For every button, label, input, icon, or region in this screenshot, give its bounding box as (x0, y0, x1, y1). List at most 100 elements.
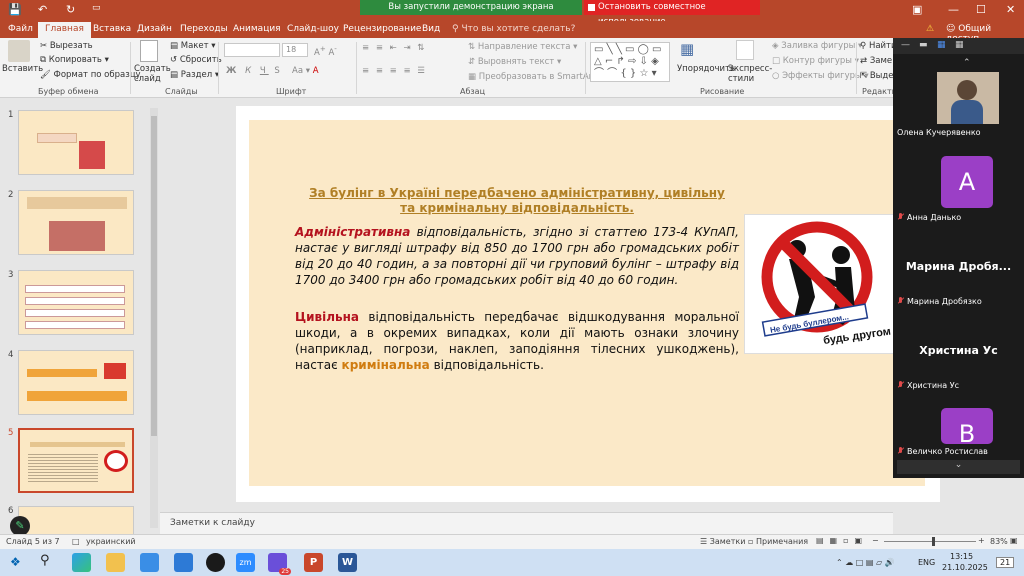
present-icon[interactable]: ▭ (92, 3, 101, 13)
fit-window-icon[interactable]: ▣ (1010, 536, 1018, 545)
tab-slideshow[interactable]: Слайд-шоу (287, 24, 339, 34)
slide-thumbnail-5[interactable] (18, 428, 134, 493)
anti-bullying-picture[interactable]: Не будь буллером... будь другом (744, 214, 894, 354)
avatar[interactable]: A (941, 156, 993, 208)
redo-icon[interactable]: ↻ (66, 3, 75, 16)
avatar[interactable]: B (941, 408, 993, 448)
zoom-in-button[interactable]: + (978, 536, 985, 545)
tab-animation[interactable]: Анимация (233, 24, 281, 34)
find-button[interactable]: ⚲ Найти (860, 41, 897, 51)
shape-fill-button[interactable]: ◈ Заливка фигуры ▾ (772, 41, 862, 51)
tray-icons[interactable]: ⌃ ☁ □ ▤ ▱ 🔊 (836, 558, 895, 567)
text-direction-button[interactable]: ⇅ Направление текста ▾ (468, 42, 577, 52)
select-button[interactable]: ⇱ Выде (860, 71, 893, 81)
slide-thumbnail-3[interactable] (18, 270, 134, 335)
slide-thumbnail-2[interactable] (18, 190, 134, 255)
list-buttons[interactable]: ≡ ≡ ⇤ ⇥ ⇅ (362, 43, 426, 53)
gallery-icon[interactable]: ▦ (937, 40, 946, 50)
zoom-slider-thumb[interactable] (932, 537, 935, 546)
font-size-field[interactable]: 18 (282, 43, 308, 57)
arrange-icon[interactable]: ▦ (680, 40, 694, 58)
cut-button[interactable]: ✂ Вырезать (40, 41, 93, 51)
pen-icon[interactable]: ✎ (10, 516, 30, 536)
scroll-up-icon[interactable]: ⌃ (963, 58, 971, 68)
comments-toggle[interactable]: ▫ Примечания (748, 537, 808, 546)
maximize-button[interactable]: ☐ (976, 3, 986, 16)
align-text-button[interactable]: ⇵ Выровнять текст ▾ (468, 57, 561, 67)
tab-transitions[interactable]: Переходы (180, 24, 228, 34)
arrange-button[interactable]: Упорядочить (677, 64, 735, 74)
slide-thumbnail-1[interactable] (18, 110, 134, 175)
view-icon[interactable]: ▬ (919, 40, 928, 50)
paragraph-administrative[interactable]: Адміністративна відповідальність, згідно… (295, 224, 739, 288)
paragraph-civil[interactable]: Цивільна відповідальність передбачає від… (295, 309, 739, 373)
tab-design[interactable]: Дизайн (137, 24, 172, 34)
warning-icon[interactable]: ⚠ (926, 24, 934, 34)
grid-icon[interactable]: ▦ (955, 40, 964, 50)
slide-thumbnail-6[interactable] (18, 506, 134, 536)
clock-time[interactable]: 13:15 (950, 552, 973, 561)
spellcheck-icon[interactable]: □ (72, 537, 80, 546)
file-explorer-icon[interactable] (106, 553, 125, 572)
font-color-icon[interactable]: Аа ▾ A (292, 66, 319, 76)
paste-button[interactable]: Вставить (2, 64, 43, 74)
section-button[interactable]: ▤ Раздел ▾ (170, 70, 219, 80)
new-slide-button[interactable]: Создать слайд (134, 64, 171, 84)
slide-thumbnail-4[interactable] (18, 350, 134, 415)
copy-button[interactable]: ⧉ Копировать ▾ (40, 55, 109, 65)
zoom-level[interactable]: 83% (990, 537, 1008, 546)
font-style-buttons[interactable]: Ж К Ч S (226, 66, 283, 76)
shape-outline-button[interactable]: □ Контур фигуры ▾ (772, 56, 859, 66)
paste-icon[interactable] (8, 40, 30, 62)
save-icon[interactable]: 💾 (8, 3, 22, 16)
tab-file[interactable]: Файл (8, 24, 33, 34)
tab-review[interactable]: Рецензирование (343, 24, 421, 34)
tab-home[interactable]: Главная (38, 22, 91, 38)
minimize-panel-icon[interactable]: — (901, 40, 910, 50)
close-button[interactable]: ✕ (1006, 3, 1015, 16)
mail-icon[interactable] (174, 553, 193, 572)
participant-tile-name[interactable]: Христина Ус (893, 344, 1024, 357)
undo-icon[interactable]: ↶ (38, 3, 47, 16)
tell-me-box[interactable]: ⚲ Что вы хотите сделать? (452, 24, 575, 34)
layout-button[interactable]: ▤ Макет ▾ (170, 41, 216, 51)
self-video[interactable] (937, 72, 999, 124)
tab-insert[interactable]: Вставка (93, 24, 131, 34)
replace-button[interactable]: ⇄ Заме (860, 56, 892, 66)
tab-view[interactable]: Вид (422, 24, 440, 34)
participant-tile-name[interactable]: Марина Дробя... (893, 260, 1024, 273)
store-icon[interactable] (140, 553, 159, 572)
smartart-button[interactable]: ▦ Преобразовать в SmartArt ▾ (468, 72, 602, 82)
minimize-button[interactable]: — (948, 3, 959, 16)
view-buttons[interactable]: ▤▦▫▣ (816, 536, 868, 545)
scroll-thumb[interactable] (151, 116, 157, 436)
thumb-scrollbar[interactable] (150, 108, 158, 528)
shape-effects-button[interactable]: ○ Эффекты фигуры ▾ (772, 71, 869, 81)
edge-icon[interactable] (72, 553, 91, 572)
quick-styles-icon[interactable] (736, 40, 754, 60)
clock-date[interactable]: 21.10.2025 (942, 563, 988, 572)
notifications-button[interactable]: 21 (996, 557, 1015, 568)
stop-sharing-button[interactable]: Остановить совместное использование (584, 0, 760, 27)
language-indicator[interactable]: украинский (86, 537, 136, 546)
zoom-slider[interactable] (884, 537, 976, 546)
search-icon[interactable]: ⚲ (40, 553, 50, 568)
new-slide-icon[interactable] (140, 40, 158, 62)
notes-toggle[interactable]: ☰ Заметки (700, 537, 745, 546)
scroll-down-button[interactable]: ⌄ (897, 460, 1020, 474)
font-name-field[interactable] (224, 43, 280, 57)
zoom-out-button[interactable]: − (872, 536, 879, 545)
ribbon-display-icon[interactable]: ▣ (912, 3, 922, 16)
reset-button[interactable]: ↺ Сбросить (170, 55, 222, 65)
language-indicator[interactable]: ENG (918, 558, 935, 567)
slide-heading[interactable]: За булінг в Україні передбачено адмініст… (302, 186, 732, 216)
powerpoint-icon[interactable]: P (304, 553, 323, 572)
app-icon[interactable] (206, 553, 225, 572)
align-buttons[interactable]: ≡ ≡ ≡ ≡ ☰ (362, 66, 427, 76)
notes-pane[interactable]: Заметки к слайду (160, 512, 893, 534)
windows-start-icon[interactable]: ❖ (10, 555, 21, 569)
word-icon[interactable]: W (338, 553, 357, 572)
grow-font-icon[interactable]: A+ A- (314, 44, 337, 58)
format-painter-button[interactable]: 🖌 Формат по образцу (40, 70, 141, 80)
zoom-app-icon[interactable]: zm (236, 553, 255, 572)
